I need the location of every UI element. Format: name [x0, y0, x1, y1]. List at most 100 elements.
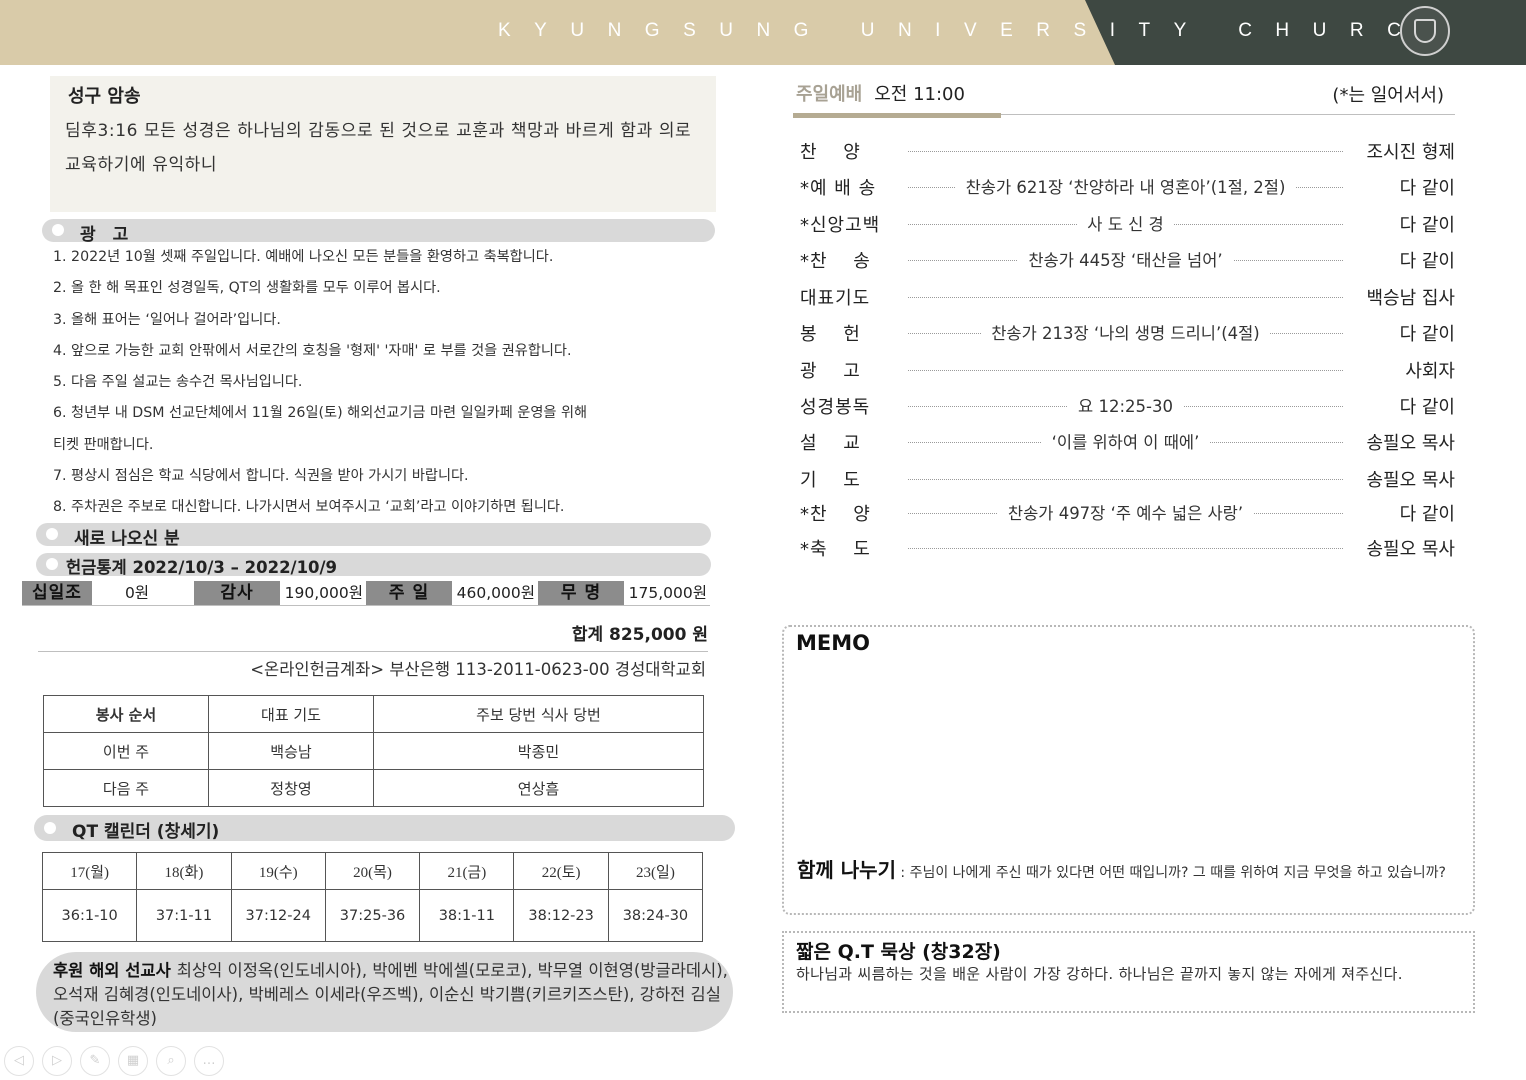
worship-item-leader: 백승남 집사 — [1366, 288, 1455, 309]
share-question: 함께 나누기 : 주님이 나에게 주신 때가 있다면 어떤 때입니까? 그 때를… — [797, 860, 1467, 883]
table-header-cell: 봉사 순서 — [43, 695, 209, 733]
worship-item-row: *신앙고백 사 도 신 경 다 같이 — [800, 211, 1455, 239]
offering-label: 십일조 — [22, 581, 92, 605]
university-seal-icon — [1400, 6, 1450, 56]
memory-verse-title: 성구 암송 — [68, 86, 141, 107]
offering-value: 0원 — [92, 581, 194, 605]
table-header-cell: 대표 기도 — [208, 695, 374, 733]
offering-value: 460,000원 — [452, 581, 538, 605]
worship-item-detail-text: 요 12:25-30 — [1068, 397, 1183, 416]
table-row: 이번 주 백승남 박종민 — [43, 732, 704, 770]
worship-item-row: 봉 헌 찬송가 213장 ‘나의 생명 드리니’(4절) 다 같이 — [800, 320, 1455, 348]
newcomers-title: 새로 나오신 분 — [74, 529, 180, 549]
more-icon[interactable]: … — [194, 1046, 224, 1076]
qt-day: 18(화) — [136, 852, 232, 890]
worship-item-row: 성경봉독 요 12:25-30 다 같이 — [800, 393, 1455, 421]
worship-item-row: 광 고 사회자 — [800, 357, 1455, 385]
qt-ref: 38:1-11 — [419, 889, 515, 942]
worship-note: (*는 일어서서) — [1332, 85, 1444, 106]
worship-item-leader: 다 같이 — [1399, 324, 1455, 345]
announcement-item: 4. 앞으로 가능한 교회 안팎에서 서로간의 호칭을 '형제' '자매' 로 … — [53, 342, 572, 359]
worship-item-row: *축 도 송필오 목사 — [800, 535, 1455, 563]
divider — [38, 651, 708, 652]
worship-item-row: *예 배 송 찬송가 621장 ‘찬양하라 내 영혼아’(1절, 2절) 다 같이 — [800, 174, 1455, 202]
viewer-controls: ◁ ▷ ✎ ▦ ⌕ … — [4, 1046, 224, 1076]
worship-item-row: 기 도 송필오 목사 — [800, 466, 1455, 494]
qt-calendar-table: 17(월) 18(화) 19(수) 20(목) 21(금) 22(토) 23(일… — [41, 852, 704, 942]
online-offering-account: <온라인헌금계좌> 부산은행 113-2011-0623-00 경성대학교회 — [250, 660, 706, 679]
announcement-item: 7. 평상시 점심은 학교 식당에서 합니다. 식권을 받아 가시기 바랍니다. — [53, 468, 469, 485]
dotted-leader — [908, 151, 1343, 152]
table-row: 다음 주 정창영 연상흠 — [43, 769, 704, 807]
worship-item-name: 찬 양 — [800, 142, 861, 163]
worship-item-detail: 찬송가 621장 ‘찬양하라 내 영혼아’(1절, 2절) — [908, 174, 1343, 198]
dotted-leader — [908, 479, 1343, 480]
qt-ref: 38:12-23 — [513, 889, 609, 942]
worship-item-leader: 송필오 목사 — [1366, 470, 1455, 491]
table-cell: 이번 주 — [43, 732, 209, 770]
qt-calendar-title: QT 캘린더 (창세기) — [72, 822, 220, 842]
worship-time: 오전 11:00 — [874, 84, 965, 105]
worship-item-detail: 찬송가 213장 ‘나의 생명 드리니’(4절) — [908, 320, 1343, 344]
worship-title: 주일예배 — [796, 84, 863, 105]
worship-item-detail: 사 도 신 경 — [908, 211, 1343, 235]
worship-item-detail-text: 찬송가 497장 ‘주 예수 넓은 사랑’ — [997, 504, 1254, 523]
memory-verse-text: 딤후3:16 모든 성경은 하나님의 감동으로 된 것으로 교훈과 책망과 바르… — [65, 121, 692, 175]
qt-day: 20(목) — [324, 852, 421, 890]
table-header-cell: 주보 당번 식사 당번 — [373, 695, 704, 733]
offering-value: 175,000원 — [624, 581, 710, 605]
worship-item-leader: 다 같이 — [1399, 215, 1455, 236]
dotted-leader — [908, 548, 1343, 549]
missionaries-box: 후원 해외 선교사 최상익 이정옥(인도네시아), 박에벤 박에셀(모로코), 박… — [36, 952, 733, 1032]
offering-header: 헌금통계 2022/10/3 – 2022/10/9 — [36, 553, 711, 577]
worship-item-row: 찬 양 조시진 형제 — [800, 138, 1455, 166]
worship-item-name: *축 도 — [800, 539, 871, 560]
qt-ref: 37:1-11 — [136, 889, 232, 942]
worship-item-detail-text: ‘이를 위하여 이 때에’ — [1041, 433, 1210, 452]
offering-label: 주 일 — [366, 581, 452, 605]
announcements-list: 1. 2022년 10월 셋째 주일입니다. 예배에 나오신 모든 분들을 환영… — [53, 244, 713, 526]
worship-item-name: *신앙고백 — [800, 215, 881, 236]
table-cell: 연상흠 — [373, 769, 704, 807]
worship-item-name: 봉 헌 — [800, 324, 861, 345]
share-text: : 주님이 나에게 주신 때가 있다면 어떤 때입니까? 그 때를 위하여 지금… — [895, 865, 1446, 881]
qt-ref: 38:24-30 — [607, 889, 704, 942]
offering-value: 190,000원 — [280, 581, 366, 605]
qt-ref: 37:12-24 — [230, 889, 326, 942]
worship-item-name: *찬 송 — [800, 251, 871, 272]
bullet-dot-icon — [46, 528, 58, 540]
worship-item-detail: ‘이를 위하여 이 때에’ — [908, 429, 1343, 453]
worship-item-name: 기 도 — [800, 470, 861, 491]
prev-icon[interactable]: ◁ — [4, 1046, 34, 1076]
qt-refs-row: 36:1-10 37:1-11 37:12-24 37:25-36 38:1-1… — [41, 889, 704, 942]
qt-day: 23(일) — [607, 852, 704, 890]
table-cell: 정창영 — [208, 769, 374, 807]
bullet-dot-icon — [44, 822, 56, 834]
worship-item-detail-text: 사 도 신 경 — [1077, 215, 1174, 234]
announcement-item: 6. 청년부 내 DSM 선교단체에서 11월 26일(토) 해외선교기금 마련… — [53, 405, 588, 422]
offering-total: 합계 825,000 원 — [571, 625, 708, 645]
worship-item-detail-text: 찬송가 445장 ‘태산을 넘어’ — [1018, 251, 1233, 270]
announcement-item: 8. 주차권은 주보로 대신합니다. 나가시면서 보여주시고 ‘교회’라고 이야… — [53, 499, 565, 516]
worship-item-name: 대표기도 — [800, 288, 871, 309]
memo-box: MEMO 함께 나누기 : 주님이 나에게 주신 때가 있다면 어떤 때입니까?… — [782, 625, 1475, 915]
qt-day: 22(토) — [513, 852, 609, 890]
worship-item-detail: 찬송가 445장 ‘태산을 넘어’ — [908, 247, 1343, 271]
qt-calendar-header: QT 캘린더 (창세기) — [34, 815, 735, 842]
offering-label: 감사 — [194, 581, 280, 605]
worship-item-leader: 조시진 형제 — [1366, 142, 1455, 163]
zoom-icon[interactable]: ⌕ — [156, 1046, 186, 1076]
bullet-dot-icon — [46, 558, 58, 570]
pen-icon[interactable]: ✎ — [80, 1046, 110, 1076]
next-icon[interactable]: ▷ — [42, 1046, 72, 1076]
service-duty-table: 봉사 순서 대표 기도 주보 당번 식사 당번 이번 주 백승남 박종민 다음 … — [43, 695, 704, 807]
worship-item-leader: 송필오 목사 — [1366, 539, 1455, 560]
qt-ref: 37:25-36 — [324, 889, 421, 942]
short-qt-text: 하나님과 씨름하는 것을 배운 사람이 가장 강하다. 하나님은 끝까지 놓지 … — [796, 965, 1403, 983]
worship-item-detail-text: 찬송가 213장 ‘나의 생명 드리니’(4절) — [981, 324, 1270, 343]
worship-item-detail: 요 12:25-30 — [908, 393, 1343, 417]
qt-days-row: 17(월) 18(화) 19(수) 20(목) 21(금) 22(토) 23(일… — [41, 852, 704, 890]
slides-icon[interactable]: ▦ — [118, 1046, 148, 1076]
announcement-item: 3. 올해 표어는 ‘일어나 걸어라’입니다. — [53, 311, 281, 328]
newcomers-header: 새로 나오신 분 — [36, 523, 711, 549]
